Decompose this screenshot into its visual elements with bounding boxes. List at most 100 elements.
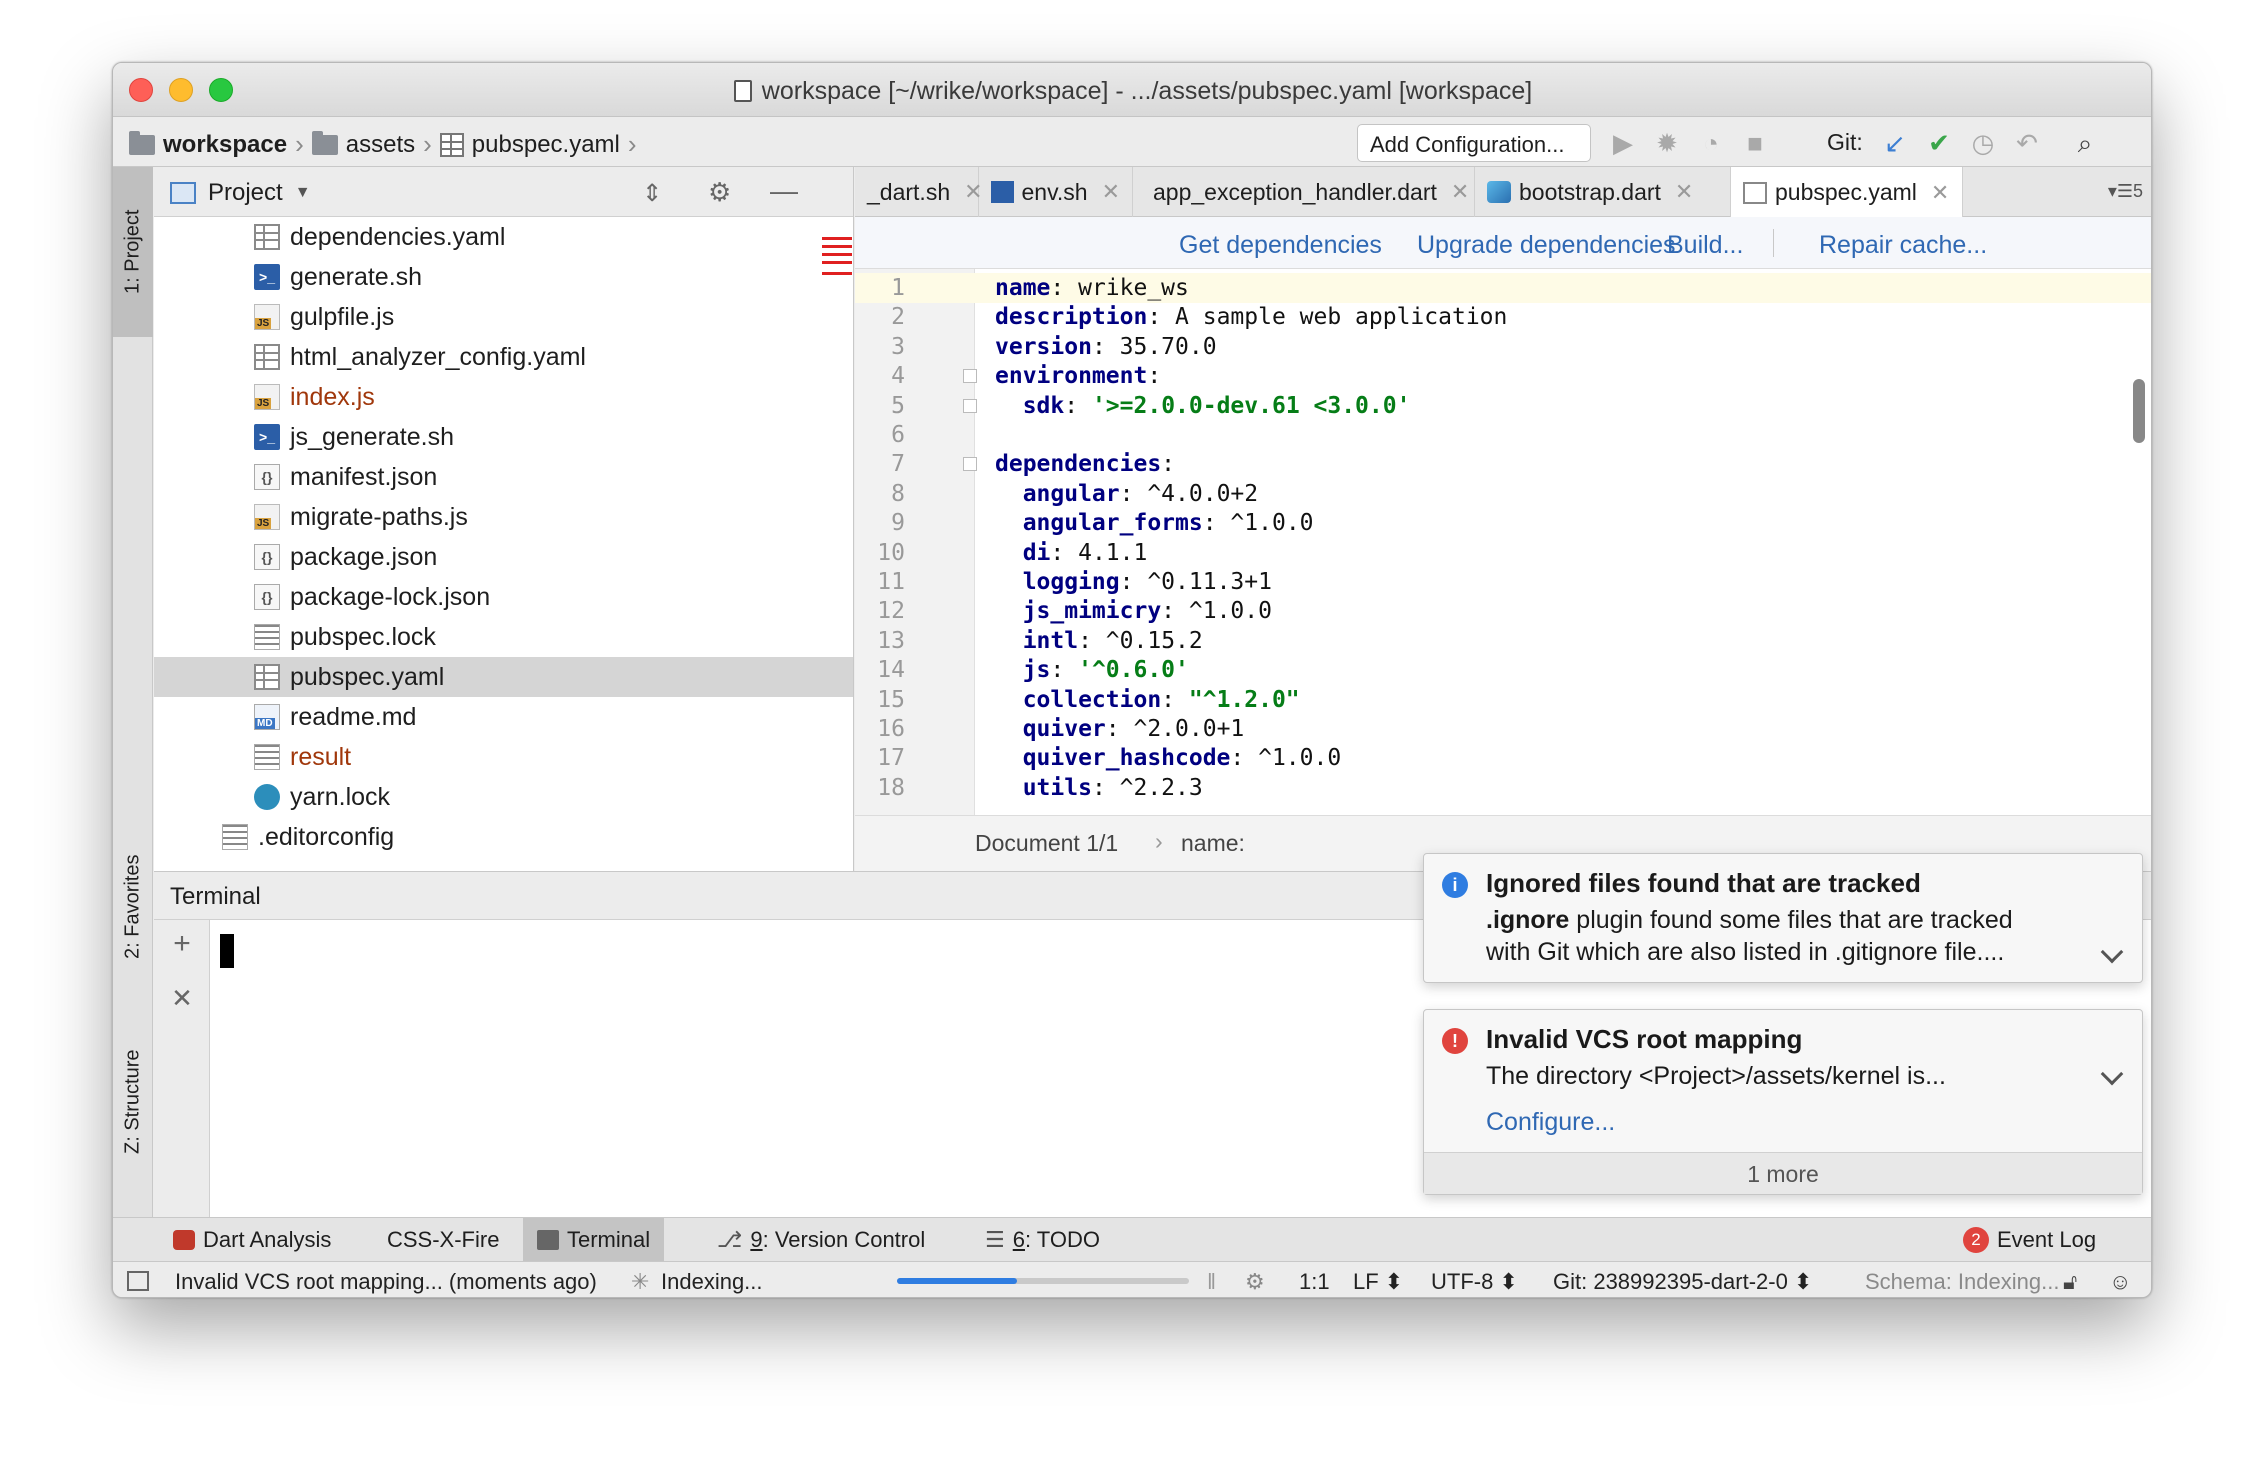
- yaml-colon: :: [1147, 363, 1162, 390]
- window-title: workspace [~/wrike/workspace] - .../asse…: [113, 77, 2151, 106]
- shell-script-icon: >_: [254, 424, 280, 450]
- tree-item[interactable]: readme.md: [154, 697, 853, 737]
- terminal-tab[interactable]: Terminal: [523, 1218, 665, 1262]
- code-text: di: 4.1.1: [995, 538, 1148, 568]
- tree-item[interactable]: {} manifest.json: [154, 457, 853, 497]
- git-history-icon[interactable]: ◷: [1969, 129, 1997, 157]
- status-message[interactable]: Invalid VCS root mapping... (moments ago…: [175, 1269, 597, 1295]
- get-dependencies-link[interactable]: Get dependencies: [1179, 231, 1382, 260]
- lock-icon[interactable]: 🔓︎: [2063, 1269, 2077, 1295]
- tree-item[interactable]: pubspec.yaml: [154, 657, 853, 697]
- hide-panel-icon[interactable]: —: [770, 175, 798, 207]
- key-breadcrumb[interactable]: name:: [1181, 830, 1245, 857]
- upgrade-dependencies-link[interactable]: Upgrade dependencies: [1417, 231, 1676, 260]
- line-separator[interactable]: LF ⬍: [1353, 1269, 1403, 1295]
- tree-item[interactable]: .editorconfig: [154, 817, 853, 857]
- git-commit-icon[interactable]: ✔: [1925, 129, 1953, 157]
- caret-position[interactable]: 1:1: [1299, 1269, 1330, 1295]
- code-editor[interactable]: 1 name: wrike_ws 2 description: A sample we…: [855, 269, 2151, 815]
- toggle-tool-windows-icon[interactable]: [127, 1271, 149, 1291]
- editor-tab[interactable]: bootstrap.dart ✕: [1475, 167, 1731, 217]
- fold-marker-icon[interactable]: [963, 457, 977, 472]
- tab-favorites[interactable]: 2: Favorites: [113, 827, 153, 987]
- tree-item[interactable]: migrate-paths.js: [154, 497, 853, 537]
- run-icon[interactable]: ▶: [1609, 129, 1637, 157]
- close-tab-icon[interactable]: ✕: [1675, 179, 1693, 205]
- editor-tab[interactable]: _dart.sh ✕: [855, 167, 983, 217]
- close-tab-icon[interactable]: ✕: [1102, 179, 1120, 205]
- repair-cache-link[interactable]: Repair cache...: [1819, 231, 1987, 260]
- chevron-down-icon[interactable]: [2100, 940, 2124, 964]
- file-encoding[interactable]: UTF-8 ⬍: [1431, 1269, 1518, 1295]
- tab-structure[interactable]: Z: Structure: [113, 1017, 153, 1187]
- git-update-icon[interactable]: ↙: [1881, 129, 1909, 157]
- tree-item[interactable]: >_ js_generate.sh: [154, 417, 853, 457]
- notification-ignored-files[interactable]: i Ignored files found that are tracked .…: [1423, 853, 2143, 983]
- document-breadcrumb[interactable]: Document 1/1: [975, 830, 1118, 857]
- code-line: 16 quiver: ^2.0.0+1: [855, 714, 2151, 744]
- json-schema[interactable]: Schema: Indexing...: [1865, 1269, 2059, 1295]
- close-session-icon[interactable]: ✕: [168, 984, 196, 1012]
- breadcrumb-pubspec[interactable]: pubspec.yaml: [472, 131, 620, 159]
- search-icon[interactable]: ⌕: [2071, 129, 2099, 157]
- fold-marker-icon[interactable]: [963, 369, 977, 384]
- indexing-label: Indexing...: [661, 1269, 763, 1294]
- git-branch[interactable]: Git: 238992395-dart-2-0 ⬍: [1553, 1269, 1812, 1295]
- yaml-colon: :: [1050, 539, 1065, 566]
- stop-icon[interactable]: ■: [1741, 129, 1769, 157]
- spinner-icon: ✳: [631, 1269, 650, 1294]
- yaml-colon: :: [1078, 627, 1092, 654]
- tree-item[interactable]: gulpfile.js: [154, 297, 853, 337]
- more-notifications-button[interactable]: 1 more: [1424, 1152, 2142, 1194]
- project-view-selector[interactable]: Project ▼: [170, 179, 311, 207]
- tree-item[interactable]: dependencies.yaml: [154, 217, 853, 257]
- tree-item[interactable]: {} package.json: [154, 537, 853, 577]
- tree-item-label: result: [290, 742, 352, 771]
- editor-tab[interactable]: env.sh ✕: [979, 167, 1133, 217]
- editor-tab[interactable]: pubspec.yaml ✕: [1731, 167, 1963, 218]
- indexing-settings-icon[interactable]: ⚙: [1245, 1269, 1265, 1295]
- collapse-all-icon[interactable]: ⇕: [642, 179, 662, 208]
- tab-project[interactable]: 1: Project: [113, 167, 153, 337]
- build-link[interactable]: Build...: [1667, 231, 1743, 260]
- code-text: environment:: [995, 361, 1161, 391]
- event-log-tab[interactable]: 2 Event Log: [1949, 1218, 2110, 1262]
- code-line: 5 sdk: '>=2.0.0-dev.61 <3.0.0': [855, 391, 2151, 421]
- close-tab-icon[interactable]: ✕: [1931, 180, 1949, 206]
- tree-item[interactable]: index.js: [154, 377, 853, 417]
- fold-marker-icon[interactable]: [963, 398, 977, 413]
- yaml-file-icon: [254, 224, 280, 250]
- terminal-cursor[interactable]: [220, 934, 234, 968]
- code-text: quiver_hashcode: ^1.0.0: [995, 743, 1342, 773]
- tree-item[interactable]: result: [154, 737, 853, 777]
- tree-item[interactable]: yarn.lock: [154, 777, 853, 817]
- inspector-icon[interactable]: ☺: [2109, 1269, 2131, 1295]
- gear-icon[interactable]: ⚙: [708, 177, 731, 208]
- debug-icon[interactable]: ✹: [1653, 129, 1681, 157]
- todo-tab[interactable]: ☰ 6: TODO: [971, 1218, 1114, 1262]
- tree-item[interactable]: {} package-lock.json: [154, 577, 853, 617]
- git-revert-icon[interactable]: ↶: [2013, 129, 2041, 157]
- tree-item[interactable]: >_ generate.sh: [154, 257, 853, 297]
- configure-link[interactable]: Configure...: [1486, 1108, 1615, 1137]
- close-tab-icon[interactable]: ✕: [1451, 179, 1469, 205]
- chevron-down-icon[interactable]: [2100, 1062, 2124, 1086]
- yaml-value: ^2.2.3: [1105, 774, 1203, 801]
- add-configuration-button[interactable]: Add Configuration...: [1357, 124, 1591, 162]
- dart-analysis-tab[interactable]: Dart Analysis: [159, 1218, 345, 1262]
- version-control-tab[interactable]: ⎇ 9: Version Control: [703, 1218, 939, 1262]
- line-number: 18: [877, 774, 905, 801]
- editor-tab[interactable]: app_exception_handler.dart ✕: [1133, 167, 1475, 217]
- css-x-fire-tab[interactable]: CSS-X-Fire: [373, 1218, 513, 1262]
- breadcrumb-assets[interactable]: assets: [346, 131, 415, 159]
- pause-icon[interactable]: ‖: [1207, 1269, 1216, 1295]
- code-line: 9 angular_forms: ^1.0.0: [855, 508, 2151, 538]
- breadcrumb-workspace[interactable]: workspace: [163, 131, 287, 159]
- new-session-icon[interactable]: +: [168, 929, 196, 959]
- tree-item[interactable]: pubspec.lock: [154, 617, 853, 657]
- coverage-icon[interactable]: ◔: [1697, 129, 1725, 157]
- notification-vcs-mapping[interactable]: ! Invalid VCS root mapping The directory…: [1423, 1009, 2143, 1195]
- tree-item[interactable]: html_analyzer_config.yaml: [154, 337, 853, 377]
- tab-overflow-button[interactable]: ▾☰5: [2108, 181, 2143, 202]
- text-file-icon: [254, 624, 280, 650]
